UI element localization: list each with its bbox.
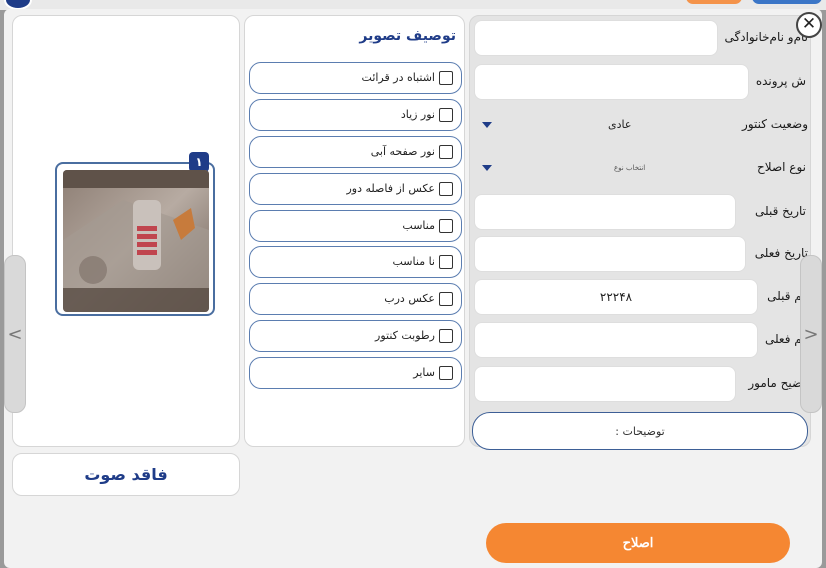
previous-number-row: ۲۲۲۴۸ قم قبلی <box>474 279 808 315</box>
background-orange-button <box>686 0 742 4</box>
file-number-label: ش پرونده <box>755 74 806 88</box>
checkbox[interactable] <box>439 255 453 269</box>
previous-date-row: تاریخ قبلی <box>474 194 808 230</box>
close-icon[interactable]: ✕ <box>796 12 822 38</box>
description-option-label: سایر <box>413 366 435 379</box>
checkbox[interactable] <box>439 182 453 196</box>
previous-number-field[interactable]: ۲۲۲۴۸ <box>474 279 758 315</box>
description-option[interactable]: عکس از فاصله دور <box>249 173 462 205</box>
officer-note-row: رضیح مامور <box>474 366 808 402</box>
description-option-label: عکس از فاصله دور <box>346 182 435 195</box>
checkbox[interactable] <box>439 108 453 122</box>
name-field[interactable] <box>474 20 718 56</box>
image-description-panel: توصیف تصویر اشتباه در قرائت نور زیاد نور… <box>244 15 465 447</box>
correction-type-select[interactable]: انتخاب نوع نوع اصلاح <box>474 150 808 186</box>
description-option[interactable]: نا مناسب <box>249 246 462 278</box>
name-label: نام‌و نام‌خانوادگی <box>724 30 808 44</box>
caret-down-icon <box>482 122 492 128</box>
description-option[interactable]: رطوبت کنتور <box>249 320 462 352</box>
background-blue-button <box>752 0 822 4</box>
correction-type-value: انتخاب نوع <box>614 164 646 172</box>
checkbox[interactable] <box>439 292 453 306</box>
checkbox[interactable] <box>439 366 453 380</box>
meter-status-value: عادی <box>608 118 632 131</box>
description-option[interactable]: اشتباه در قرائت <box>249 62 462 94</box>
previous-date-label: تاریخ قبلی <box>754 204 806 218</box>
description-option-label: نور صفحه آبی <box>370 145 435 158</box>
checkbox[interactable] <box>439 329 453 343</box>
correct-button[interactable]: اصلاح <box>486 523 790 563</box>
description-title: توصیف تصویر <box>359 28 456 44</box>
description-option-label: نا مناسب <box>392 255 436 268</box>
description-option-label: نور زیاد <box>400 108 435 121</box>
image-panel: ۱ <box>12 15 240 447</box>
checkbox[interactable] <box>439 219 453 233</box>
description-option[interactable]: مناسب <box>249 210 462 242</box>
description-option-label: اشتباه در قرائت <box>361 71 435 84</box>
checkbox[interactable] <box>439 71 453 85</box>
notes-field[interactable]: توضیحات : <box>472 412 808 450</box>
reading-form-panel: نام‌و نام‌خانوادگی ش پرونده عادی وضعیت ک… <box>469 15 811 450</box>
checkbox[interactable] <box>439 145 453 159</box>
chevron-right-icon[interactable]: > <box>800 255 822 413</box>
description-option-label: مناسب <box>402 219 435 232</box>
description-option-label: عکس درب <box>384 292 435 305</box>
description-option[interactable]: نور صفحه آبی <box>249 136 462 168</box>
correction-type-row[interactable]: انتخاب نوع نوع اصلاح <box>474 150 808 186</box>
correction-type-label: نوع اصلاح <box>757 160 806 174</box>
meter-status-select[interactable]: عادی وضعیت کنتور <box>474 107 808 143</box>
description-option[interactable]: نور زیاد <box>249 99 462 131</box>
current-date-row: تاریخ فعلی <box>474 236 808 272</box>
current-date-field[interactable] <box>474 236 746 272</box>
photo-index-badge: ۱ <box>189 152 209 172</box>
file-number-field[interactable] <box>474 64 749 100</box>
current-number-field[interactable] <box>474 322 758 358</box>
description-option[interactable]: سایر <box>249 357 462 389</box>
current-date-label: تاریخ فعلی <box>754 246 808 260</box>
current-number-row: قم فعلی <box>474 322 808 358</box>
meter-photo[interactable] <box>63 170 209 312</box>
name-row: نام‌و نام‌خانوادگی <box>474 20 808 56</box>
caret-down-icon <box>482 165 492 171</box>
description-option[interactable]: عکس درب <box>249 283 462 315</box>
no-audio-label: فاقد صوت <box>84 465 168 484</box>
meter-status-row[interactable]: عادی وضعیت کنتور <box>474 107 808 143</box>
description-option-label: رطوبت کنتور <box>375 329 435 342</box>
correction-modal: ✕ ۱ توصیف تصویر اشتباه در قرائت نور زیاد… <box>4 9 822 568</box>
previous-date-field[interactable] <box>474 194 736 230</box>
meter-photo-card[interactable]: ۱ <box>55 152 215 316</box>
audio-panel: فاقد صوت <box>12 453 240 496</box>
officer-note-field[interactable] <box>474 366 736 402</box>
chevron-left-icon[interactable]: < <box>4 255 26 413</box>
file-number-row: ش پرونده <box>474 64 808 100</box>
meter-status-label: وضعیت کنتور <box>742 117 808 131</box>
